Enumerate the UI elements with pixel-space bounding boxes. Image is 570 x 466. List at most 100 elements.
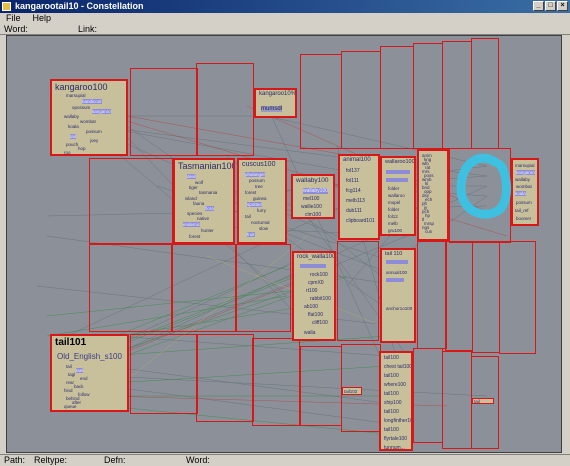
node-word[interactable]: walla — [304, 330, 315, 336]
node-word[interactable]: tail_ref — [515, 208, 529, 213]
node-word[interactable]: tail102 — [344, 389, 357, 394]
node-word[interactable]: fruit — [247, 232, 255, 237]
node-word[interactable]: wallaby — [515, 177, 530, 182]
close-button[interactable]: × — [557, 1, 568, 11]
node-wallaroo100[interactable]: wallaroo100 folder wallaroo mopel folder… — [380, 156, 416, 236]
node-word[interactable]: spotted — [247, 202, 262, 207]
node-word[interactable]: hop — [78, 146, 86, 151]
node-word[interactable]: rabbit100 — [310, 296, 331, 302]
menu-file[interactable]: File — [6, 13, 21, 23]
node-word[interactable]: furry — [257, 208, 266, 213]
node-word[interactable]: gru100 — [388, 228, 402, 233]
node-word[interactable]: wombat — [516, 184, 532, 189]
node-word[interactable]: devil — [187, 174, 197, 179]
node-wallaby100[interactable]: wallaby100 wallaby100 mel100 wallie100 c… — [291, 174, 335, 219]
node-word[interactable]: ship100 — [384, 400, 402, 406]
node-small[interactable]: tail102 — [342, 387, 362, 395]
maximize-button[interactable]: □ — [545, 1, 556, 11]
node-word[interactable]: mopel — [388, 200, 400, 205]
node-word[interactable]: roo — [64, 150, 71, 154]
node-word[interactable]: hp — [425, 213, 430, 218]
node-word[interactable]: fol137 — [346, 168, 360, 174]
node-word[interactable]: marsupial — [66, 93, 86, 98]
node-word[interactable]: chest tail100 — [384, 364, 411, 370]
node-word[interactable]: slow — [259, 226, 268, 231]
constellation-canvas[interactable]: kangaroo100 marsupial bandicoot opossum … — [6, 35, 562, 453]
node-tail-list[interactable]: tail100 chest tail100 tail100 where100 t… — [379, 351, 413, 451]
node-kangaroo100[interactable]: kangaroo100 marsupial bandicoot opossum … — [50, 79, 128, 156]
node-word[interactable]: nocturnal — [251, 220, 270, 225]
node-word[interactable]: back — [74, 384, 84, 389]
node-word[interactable]: forest — [189, 234, 200, 239]
node-word[interactable]: end — [80, 376, 88, 381]
node-word[interactable]: bandicoot — [82, 99, 102, 104]
node-word-highlight[interactable] — [386, 260, 408, 264]
node-animal100[interactable]: animal100 fol137 fol111 fcg114 melb113 d… — [338, 154, 380, 240]
node-word[interactable]: kangaroo — [92, 109, 111, 114]
node-word[interactable]: pouch — [66, 142, 78, 147]
node-word[interactable]: hunter — [201, 228, 214, 233]
node-word[interactable]: cus — [425, 229, 432, 234]
node-word[interactable]: folder — [388, 207, 399, 212]
node-word-highlight[interactable] — [386, 170, 410, 174]
node-word[interactable]: where100 — [384, 382, 406, 388]
node-rock-walla100[interactable]: rock_walla100 rock100 cpmX0 rt100 rabbit… — [292, 251, 336, 341]
node-word[interactable]: flora — [205, 206, 214, 211]
menu-help[interactable]: Help — [33, 13, 52, 23]
node-word[interactable]: tael — [76, 368, 84, 373]
node-word[interactable]: queue — [64, 404, 77, 409]
node-word[interactable]: guinea — [253, 196, 267, 201]
node-word-highlight[interactable] — [386, 278, 404, 282]
node-word[interactable]: tail — [66, 364, 72, 369]
node-word-highlight[interactable] — [386, 178, 408, 182]
node-word[interactable]: mel100 — [303, 196, 319, 202]
node-subtitle[interactable]: mumsdl — [261, 106, 283, 112]
node-word[interactable]: koala — [515, 191, 526, 196]
node-small[interactable]: tail — [472, 398, 494, 404]
node-tail110[interactable]: tail 110 annual100 anchor1o100 — [380, 248, 416, 343]
node-word[interactable]: wallaroo — [388, 193, 405, 198]
node-word[interactable]: opossum — [72, 105, 90, 110]
node-word[interactable]: cpmX0 — [308, 280, 324, 286]
node-word[interactable]: phalanger — [245, 172, 266, 177]
node-word[interactable]: clipboard101 — [346, 218, 375, 224]
node-word[interactable]: fcg114 — [346, 188, 361, 194]
node-word[interactable]: longfinther100 — [384, 418, 411, 424]
node-word[interactable]: wallie100 — [301, 204, 322, 210]
node-word[interactable]: hind — [64, 388, 73, 393]
node-word[interactable]: flat100 — [308, 312, 323, 318]
node-word[interactable]: tail — [245, 214, 251, 219]
node-word[interactable]: possum — [516, 200, 532, 205]
node-kangaroo10[interactable]: kangaroo10% mumsdl — [254, 88, 297, 118]
node-word[interactable]: tunnum... — [384, 445, 405, 449]
node-word[interactable]: wallaby — [64, 114, 79, 119]
node-tasmanian100[interactable]: Tasmanian100 devil wolf tiger tasmania i… — [173, 158, 235, 244]
node-word[interactable]: endemic — [183, 222, 201, 227]
minimize-button[interactable]: _ — [533, 1, 544, 11]
node-word[interactable]: tail100 — [384, 355, 399, 361]
node-word[interactable]: native — [197, 216, 209, 221]
node-word-highlight[interactable] — [300, 264, 326, 268]
node-word[interactable]: annual100 — [386, 270, 407, 275]
node-word[interactable]: tail100 — [384, 409, 399, 415]
node-word[interactable]: fol111 — [346, 178, 359, 184]
node-word-cluster[interactable]: anim kng wlb rat mrs poss wmb kl bnd opp… — [417, 149, 449, 241]
node-word[interactable]: tagl — [68, 372, 75, 377]
node-word[interactable]: cliff100 — [312, 320, 328, 326]
node-word[interactable]: tiger — [189, 185, 198, 190]
node-word[interactable]: ab100 — [304, 304, 318, 310]
node-word[interactable]: koala — [68, 124, 79, 129]
node-tail101[interactable]: tail101 Old_English_s100 tail tael tagl … — [50, 334, 129, 412]
node-word[interactable]: flyrtale100 — [384, 436, 407, 442]
node-word-cluster[interactable]: marsupial kangaroo wallaby wombat koala … — [511, 158, 539, 226]
node-word[interactable]: wallaby100 — [303, 188, 329, 194]
node-word[interactable]: clm100 — [305, 212, 321, 217]
node-word[interactable]: possum — [86, 129, 102, 134]
node-word[interactable]: forest — [245, 190, 256, 195]
node-word[interactable]: fol12 — [388, 214, 398, 219]
node-word[interactable]: tail — [474, 399, 480, 403]
node-word[interactable]: rear — [66, 380, 74, 385]
node-word[interactable]: tail100 — [384, 373, 399, 379]
node-word[interactable]: joey — [90, 138, 98, 143]
node-word[interactable]: fauna — [193, 201, 204, 206]
